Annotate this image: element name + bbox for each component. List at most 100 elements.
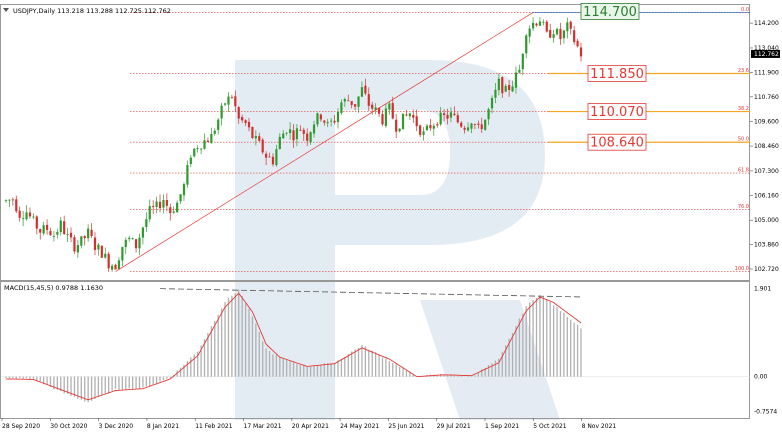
candle-body [121, 246, 124, 261]
candle-body [319, 114, 322, 120]
candle-body [466, 127, 470, 131]
candle-body [531, 22, 535, 29]
candle-body [97, 244, 100, 250]
candle-body [107, 253, 110, 269]
candle-body [35, 216, 38, 229]
time-tick-label-1: 30 Oct 2020 [50, 423, 87, 430]
candle-body [254, 135, 257, 139]
price-tick-label-8: 105.000 [754, 217, 779, 224]
candle-body [538, 21, 542, 26]
macd-tick-label-2: -0.7574 [754, 409, 777, 416]
candle-body [282, 133, 285, 139]
candle-body [401, 113, 405, 130]
candle-body [45, 224, 49, 230]
candle-body [80, 236, 83, 246]
candle-body [210, 133, 213, 144]
candle-body [189, 157, 192, 164]
candle-body [148, 206, 151, 220]
candle-body [241, 117, 244, 121]
candle-body [199, 148, 203, 150]
candle-body [309, 132, 312, 143]
candle-body [213, 130, 216, 134]
candle-body [63, 221, 66, 234]
candle-body [234, 96, 237, 107]
candle-body [340, 102, 343, 114]
candle-body [247, 121, 251, 128]
candle-body [124, 239, 127, 248]
candle-body [227, 96, 230, 105]
candle-body [528, 28, 531, 37]
candle-body [206, 140, 210, 143]
candle-body [203, 140, 206, 149]
candle-body [535, 23, 538, 26]
candle-body [477, 123, 480, 125]
candle-body [415, 116, 418, 127]
fib-pct-label-6: 100.0 [735, 266, 749, 272]
candle-body [312, 124, 316, 134]
price-tick-label-5: 108.460 [754, 143, 779, 150]
candle-body [501, 77, 504, 94]
candle-body [569, 21, 572, 29]
current-price-label: 112.762 [754, 51, 779, 58]
candle-body [275, 149, 278, 166]
candle-body [419, 125, 422, 135]
candle-body [350, 101, 353, 105]
candle-body [347, 100, 350, 102]
macd-tick-label-1: 0.00 [754, 374, 768, 381]
candle-body [487, 109, 490, 120]
time-tick-label-11: 5 Oct 2021 [533, 423, 566, 430]
candle-body [405, 114, 408, 116]
candle-body [343, 99, 346, 102]
candle-body [429, 125, 432, 129]
candle-body [22, 217, 25, 219]
candle-body [354, 104, 357, 107]
time-tick-label-0: 28 Sep 2020 [2, 423, 40, 430]
candle-body [49, 231, 52, 236]
candle-body [169, 207, 172, 214]
candle-body [261, 139, 264, 153]
price-tick-label-6: 107.300 [754, 168, 779, 175]
candle-body [545, 21, 548, 32]
candle-body [25, 212, 28, 220]
candle-body [484, 119, 487, 130]
candle-body [470, 123, 473, 129]
candle-body [162, 200, 165, 208]
candle-body [292, 130, 295, 141]
candle-body [172, 211, 175, 213]
candle-body [244, 120, 247, 124]
candle-body [193, 148, 196, 157]
candle-body [73, 237, 76, 252]
candle-body [514, 72, 518, 88]
candle-body [217, 119, 220, 130]
candle-body [497, 78, 500, 91]
candle-body [425, 125, 429, 130]
candle-body [360, 87, 364, 97]
macd-tick-label-0: 1.901 [754, 286, 771, 293]
candle-body [251, 127, 254, 139]
candle-body [408, 113, 411, 117]
candle-body [552, 34, 555, 38]
candle-body [32, 216, 35, 218]
candle-body [93, 237, 97, 250]
time-tick-label-4: 11 Feb 2021 [195, 423, 233, 430]
price-tick-label-10: 102.720 [754, 266, 779, 273]
candle-body [299, 129, 302, 131]
level-box-label-1: 111.850 [590, 67, 644, 82]
candle-body [18, 210, 21, 218]
time-tick-label-8: 25 Jun 2021 [388, 423, 424, 430]
candle-body [152, 206, 155, 208]
price-tick-label-2: 111.900 [754, 69, 779, 76]
candle-body [66, 234, 69, 235]
candle-body [15, 199, 18, 212]
price-tick-label-7: 106.160 [754, 192, 779, 199]
time-tick-label-3: 8 Jan 2021 [147, 423, 179, 430]
candle-body [511, 86, 514, 92]
candle-body [412, 114, 415, 118]
candle-body [364, 85, 367, 94]
candle-body [388, 103, 391, 110]
candle-body [333, 120, 336, 123]
candle-body [494, 89, 497, 98]
candle-body [525, 35, 528, 54]
candle-body [446, 114, 449, 119]
fib-pct-label-5: 76.0 [738, 204, 749, 210]
